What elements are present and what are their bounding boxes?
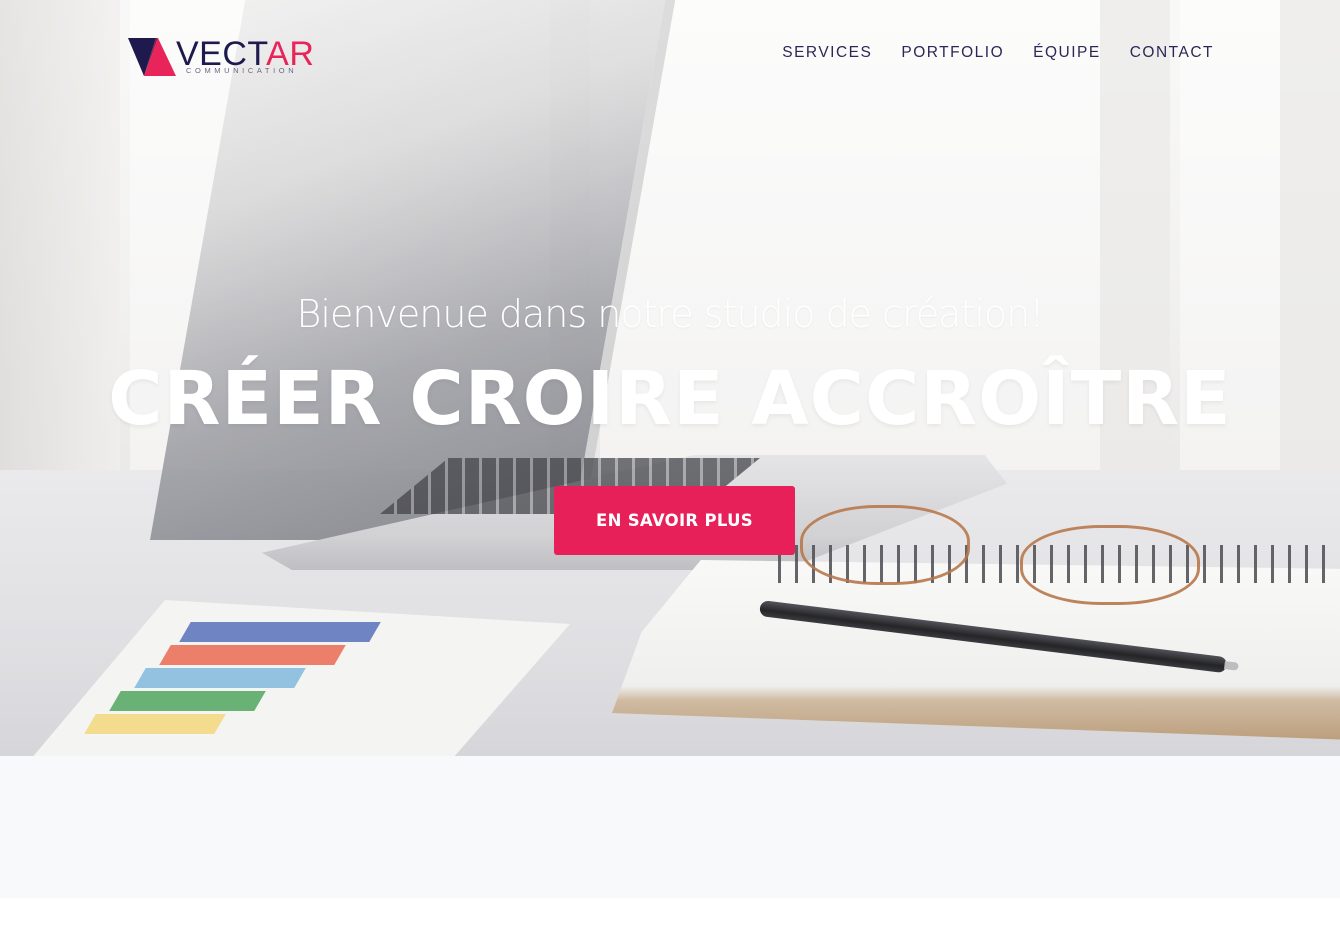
logo-triangle-icon	[128, 38, 176, 76]
hero-headline: CRÉER CROIRE ACCROÎTRE	[108, 356, 1232, 442]
hero-subtitle: Bienvenue dans notre studio de création!	[296, 292, 1045, 336]
nav-services[interactable]: SERVICES	[782, 44, 872, 62]
nav-contact[interactable]: CONTACT	[1130, 44, 1214, 62]
nav-equipe[interactable]: ÉQUIPE	[1033, 44, 1101, 62]
logo-tagline: COMMUNICATION	[186, 66, 298, 75]
logo-link[interactable]: VECTAR COMMUNICATION	[128, 35, 318, 78]
learn-more-button[interactable]: EN SAVOIR PLUS	[554, 486, 795, 555]
main-nav: SERVICES PORTFOLIO ÉQUIPE CONTACT	[782, 44, 1214, 62]
content-section	[0, 756, 1340, 898]
nav-portfolio[interactable]: PORTFOLIO	[901, 44, 1004, 62]
